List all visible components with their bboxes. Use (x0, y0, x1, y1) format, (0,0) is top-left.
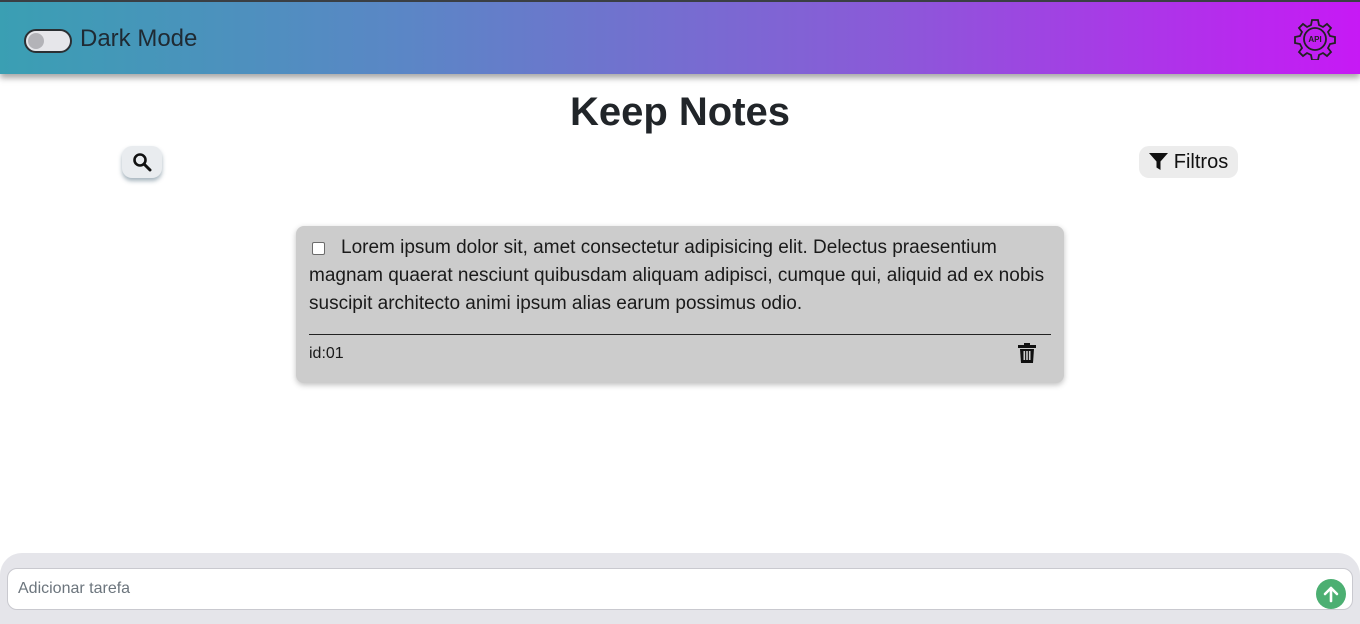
note-id: id:01 (309, 345, 344, 362)
api-badge-text: API (1308, 35, 1321, 44)
api-settings-icon[interactable]: API (1294, 18, 1336, 60)
top-navbar: Dark Mode API (0, 0, 1360, 74)
filter-button[interactable]: Filtros (1139, 146, 1238, 178)
note-text: Lorem ipsum dolor sit, amet consectetur … (309, 237, 1045, 314)
trash-icon[interactable] (1018, 343, 1036, 363)
filter-label: Filtros (1173, 150, 1229, 173)
page-title: Keep Notes (569, 90, 791, 134)
add-task-bar (0, 553, 1360, 624)
note-card: Lorem ipsum dolor sit, amet consectetur … (296, 226, 1064, 383)
dark-mode-label: Dark Mode (80, 25, 198, 52)
toggle-knob (28, 33, 44, 49)
send-button[interactable] (1316, 579, 1346, 609)
note-divider (309, 334, 1051, 335)
search-icon (133, 153, 152, 172)
search-button[interactable] (122, 146, 162, 178)
filter-icon (1148, 153, 1168, 170)
add-task-input[interactable] (7, 568, 1353, 610)
dark-mode-toggle[interactable] (24, 29, 72, 53)
arrow-up-icon (1323, 586, 1339, 603)
